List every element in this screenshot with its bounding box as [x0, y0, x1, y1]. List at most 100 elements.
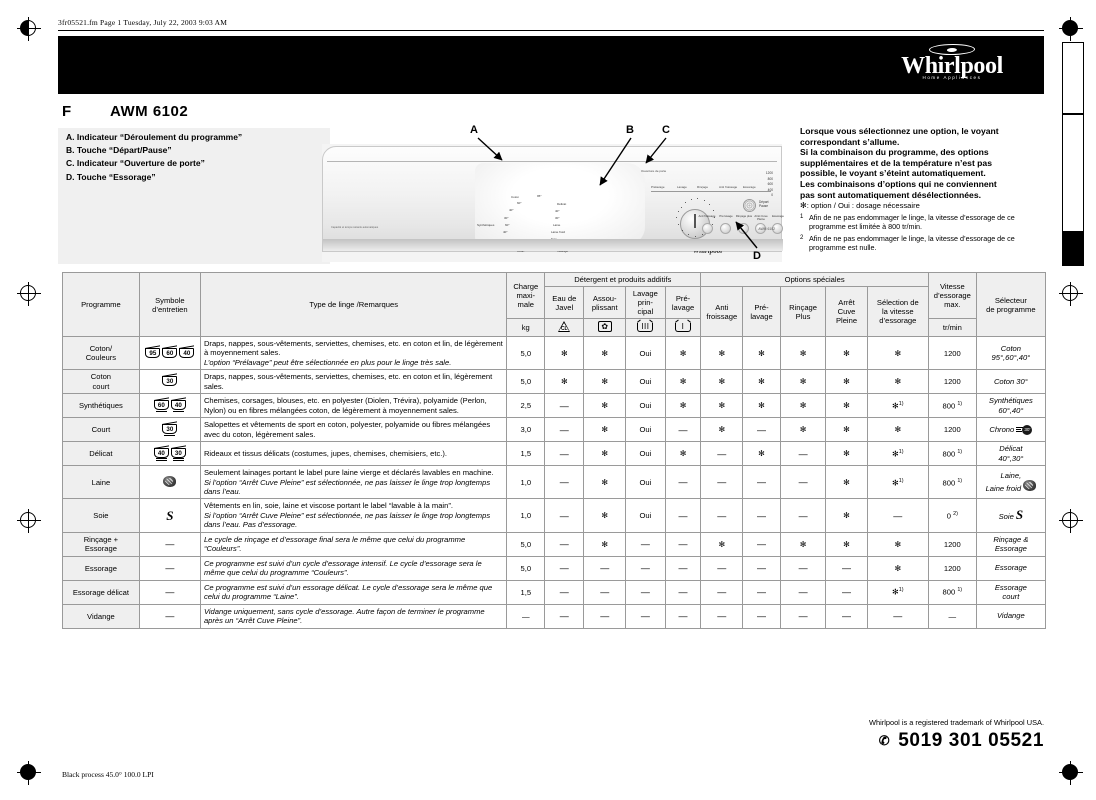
row-selection-vitesse: ✻1) [866, 441, 929, 467]
callout-c: C [662, 124, 670, 136]
row-prelavage: — [664, 579, 702, 605]
option-asterisk-icon: ✻ [718, 377, 726, 387]
progress-step-2: Rinçage [697, 185, 709, 189]
no-symbol: — [165, 563, 175, 574]
option-asterisk-icon: ✻ [601, 511, 609, 521]
row-eau-de-javel: — [544, 441, 585, 467]
row-care-symbols: — [138, 555, 201, 581]
cell-text: Oui [639, 348, 652, 358]
th-group-options: Options spéciales [700, 272, 929, 287]
row-care-symbols [138, 465, 201, 500]
table-row: Essorage — Ce programme est suivi d’un cyc… [62, 555, 1047, 581]
row-assouplissant: — [583, 579, 627, 605]
prewash-cup-icon: I [675, 321, 692, 332]
option-asterisk-icon: ✻ [799, 539, 807, 549]
row-vitesse-max: 1200 [927, 369, 977, 395]
row-description: Rideaux et tissus délicats (costumes, ju… [203, 448, 448, 458]
option-asterisk-icon: ✻ [718, 425, 726, 435]
row-anti-froissage: ✻ [700, 369, 744, 395]
row-selecteur-programme: Laine, Laine froid [975, 465, 1047, 500]
row-option-prelavage: ✻ [742, 393, 781, 419]
print-header-rule [58, 30, 1044, 31]
row-selection-vitesse: ✻ [866, 417, 929, 443]
not-available: — [559, 400, 569, 411]
not-available: — [842, 611, 851, 622]
row-eau-de-javel: — [544, 498, 585, 533]
option-legend-line: ✻: option / Oui : dosage nécessaire [800, 201, 1046, 211]
cell-text: 1200 [943, 348, 961, 358]
side-color-strip-2 [1062, 114, 1084, 232]
row-rincage-plus: — [779, 603, 827, 629]
print-footer-text: Black process 45.0° 100.0 LPI [62, 770, 154, 779]
option-asterisk-icon: ✻ [560, 348, 568, 358]
start-pause-label-line2: Pause [759, 204, 769, 208]
row-max-load: — [506, 603, 546, 629]
note-paragraph: Lorsque vous sélectionnez une option, le… [800, 126, 1046, 200]
th-selection-vitesse: Sélection de la vitesse d’essorage [866, 286, 929, 337]
option-asterisk-icon: ✻ [799, 401, 807, 411]
not-available: — [798, 587, 808, 598]
th-lavage-principal: Lavage prin- cipal [625, 286, 666, 319]
not-available: — [717, 477, 727, 488]
cell-text: 800 [942, 401, 956, 411]
row-description-note: Ce programme est suivi d’un essorage dél… [203, 582, 493, 602]
row-max-load: 5,0 [506, 369, 546, 395]
not-available: — [559, 510, 569, 521]
row-arret-cuve-pleine: — [825, 603, 868, 629]
th-rincage-plus: Rinçage Plus [779, 286, 827, 337]
cell-text: 1200 [943, 377, 961, 387]
row-prelavage: ✻ [664, 369, 702, 395]
row-prelavage: — [664, 498, 702, 533]
th-icon-bleach: CL [544, 318, 585, 337]
not-available: — [600, 611, 610, 622]
legend-item-b: B. Touche “Départ/Pause” [66, 145, 172, 156]
row-vitesse-max: 1200 [927, 335, 977, 371]
dial-label-laine: Laine [553, 223, 561, 227]
footnote-ref: 1) [957, 448, 963, 455]
not-available: — [798, 448, 808, 459]
not-available: — [757, 539, 766, 550]
row-lavage-principal: — [625, 555, 666, 581]
row-prelavage: — [664, 603, 702, 629]
th-group-detergent: Détergent et produits additifs [544, 272, 702, 287]
not-available: — [678, 539, 688, 550]
option-asterisk-icon: ✻ [799, 377, 807, 387]
row-max-load: 5,0 [506, 335, 546, 371]
cell-text: — [948, 611, 957, 621]
row-programme-name: Essorage [62, 555, 140, 581]
not-available: — [559, 587, 569, 598]
row-vitesse-max: 800 1) [927, 465, 977, 500]
option-asterisk-icon: ✻ [894, 539, 902, 549]
row-max-load: 1,5 [506, 579, 546, 605]
option-asterisk-icon: ✻ [843, 477, 850, 487]
row-description: Draps, nappes, sous-vêtements, serviette… [203, 339, 503, 358]
row-eau-de-javel: — [544, 465, 585, 500]
registration-mark-top-left [17, 17, 41, 41]
row-anti-froissage: — [700, 498, 744, 533]
row-arret-cuve-pleine: ✻ [825, 369, 868, 395]
table-row: Rinçage + Essorage — Le cycle de rinçage e… [62, 531, 1047, 557]
start-pause-button[interactable] [743, 199, 756, 212]
option-button-rincage-plus[interactable] [738, 223, 749, 234]
wash-tub-60-icon: 60 [162, 347, 178, 359]
not-available: — [559, 563, 569, 574]
print-header-text: 3fr05521.fm Page 1 Tuesday, July 22, 200… [58, 18, 228, 27]
row-selection-vitesse: ✻1) [866, 393, 929, 419]
row-description-note: L’option “Prélavage” peut être sélection… [203, 357, 452, 367]
option-asterisk-icon: ✻ [799, 348, 807, 358]
th-charge: Charge maxi- male [506, 272, 546, 319]
option-button-anti-froissage[interactable] [702, 223, 713, 234]
note-line-6: Les combinaisons d’options qui ne convie… [800, 178, 997, 189]
row-laundry-type: Salopettes et vêtements de sport en coto… [199, 417, 508, 443]
option-asterisk-icon: ✻ [758, 348, 765, 358]
option-button-pre-lavage[interactable] [720, 223, 731, 234]
silk-care-icon: S [1015, 507, 1024, 523]
option-asterisk-icon: ✻ [892, 588, 899, 598]
row-vitesse-max: 1200 [927, 531, 977, 557]
row-assouplissant: ✻ [583, 441, 627, 467]
row-programme-name: Essorage délicat [62, 579, 140, 605]
row-prelavage: — [664, 555, 702, 581]
row-care-symbols: — [138, 531, 201, 557]
row-option-prelavage: — [742, 465, 781, 500]
wool-care-icon [163, 475, 177, 487]
